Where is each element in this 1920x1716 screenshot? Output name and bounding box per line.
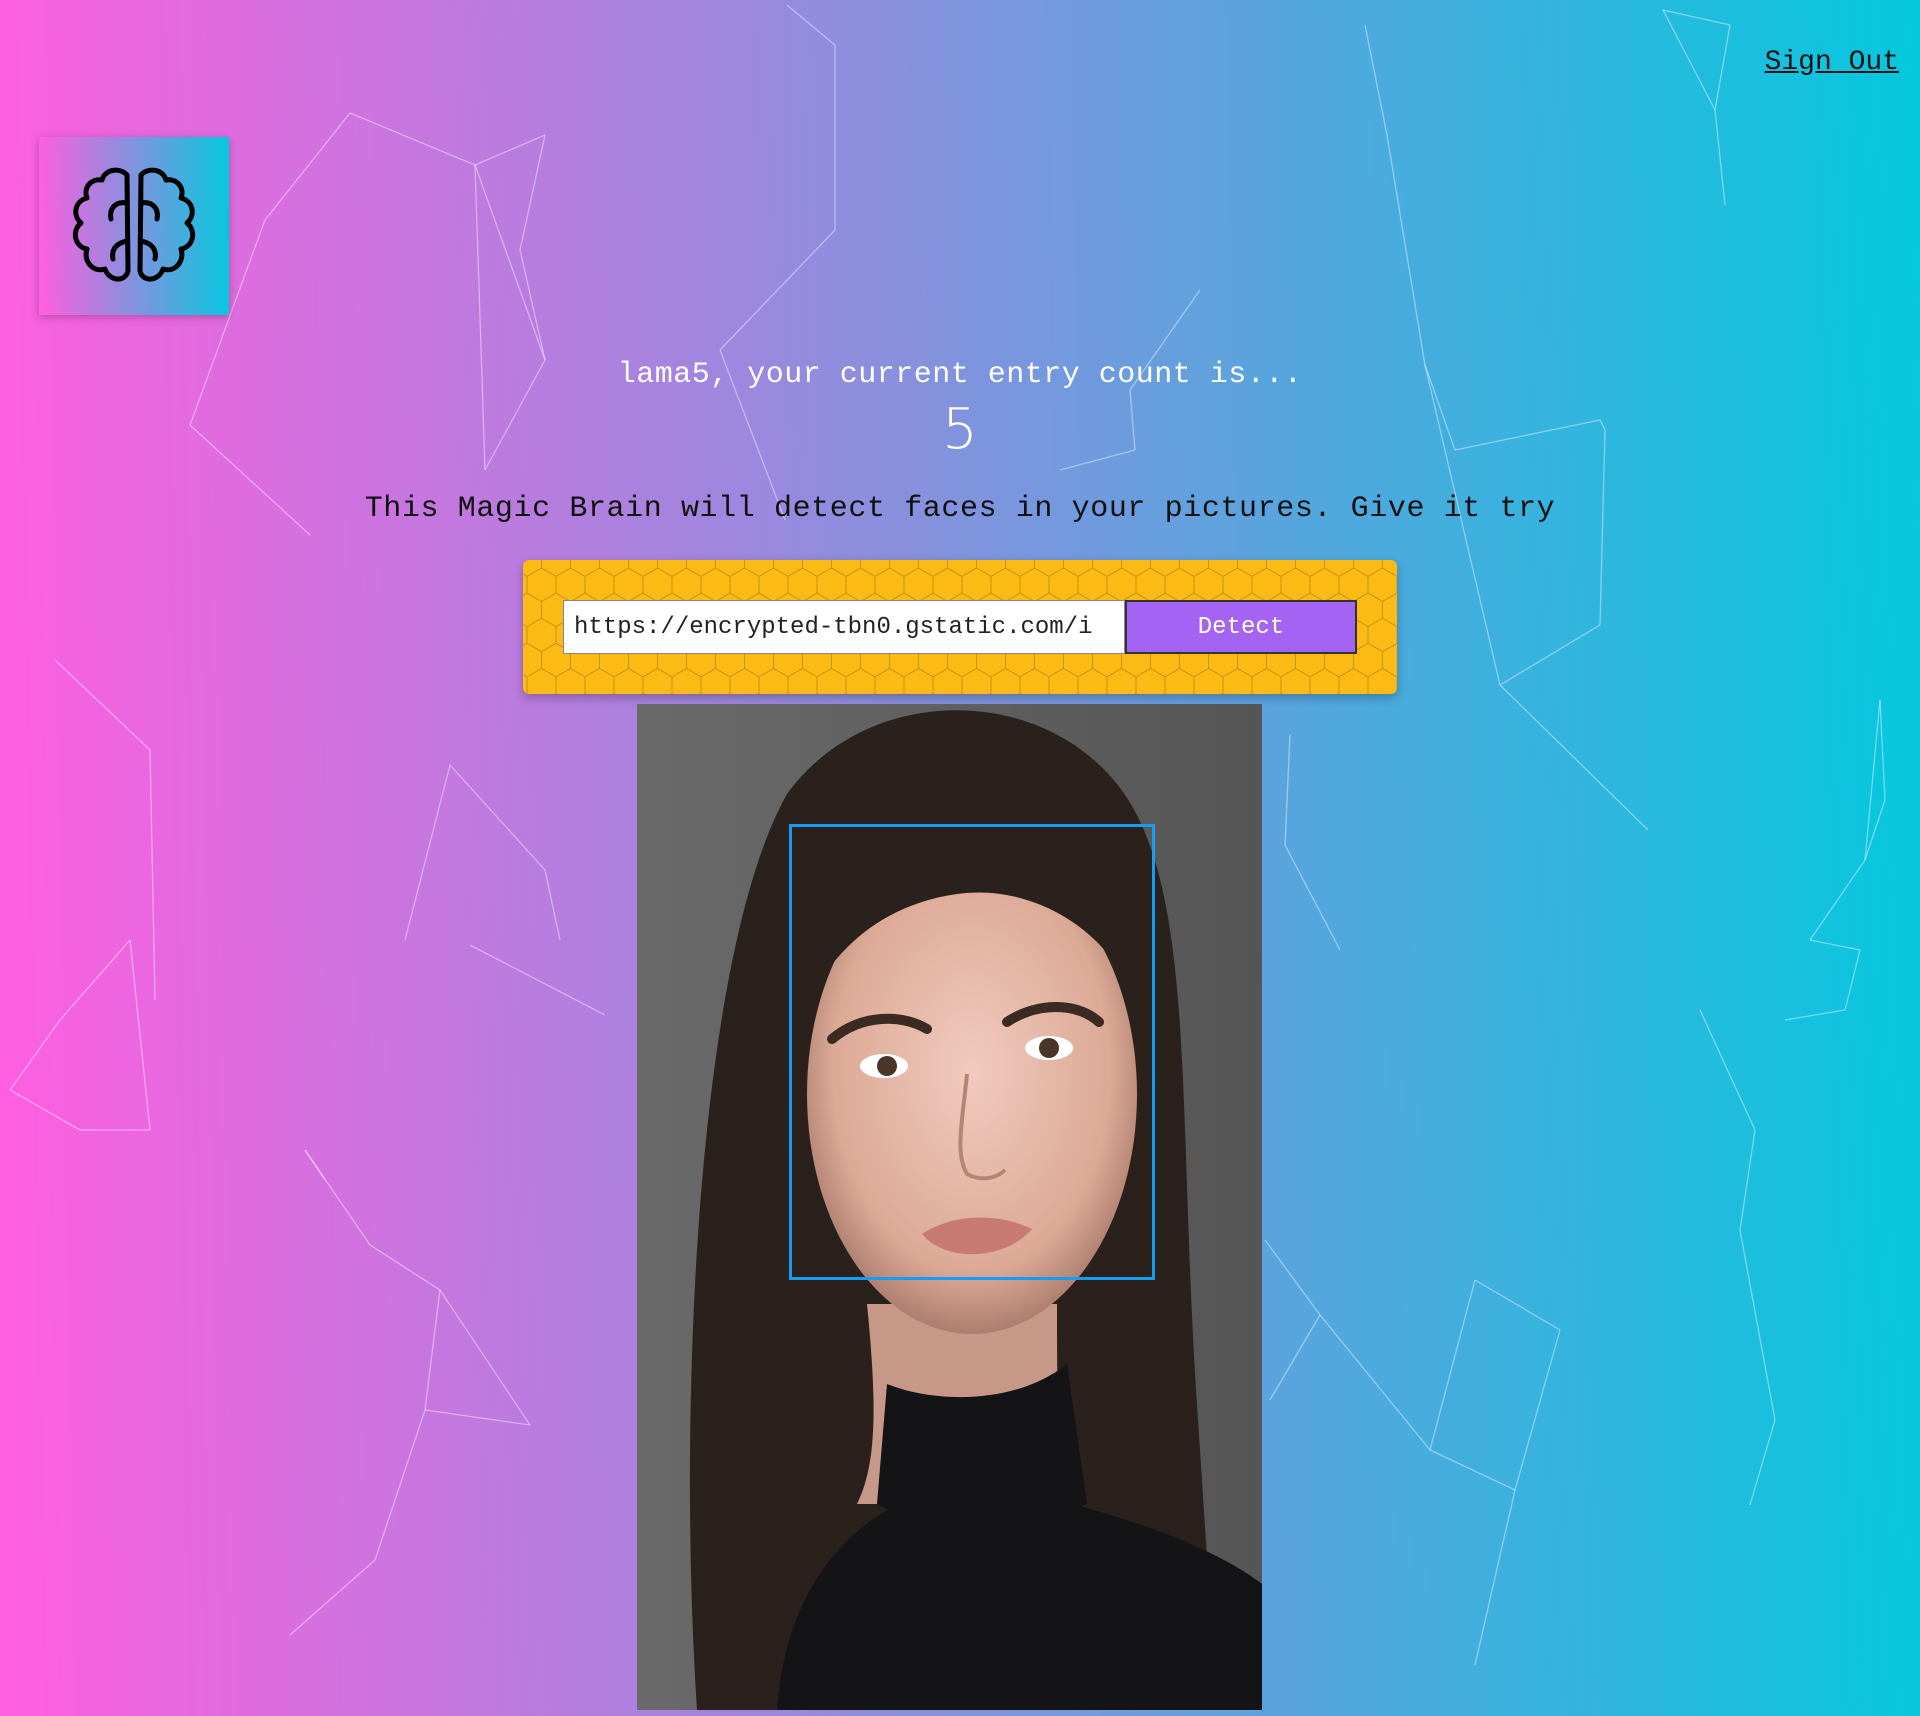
particle-link	[264, 112, 351, 221]
image-link-form: Detect	[523, 560, 1397, 694]
sign-out-link[interactable]: Sign Out	[1765, 47, 1899, 78]
particle-link	[1699, 1009, 1756, 1131]
particle-link	[1714, 24, 1731, 111]
particle-link	[9, 1089, 81, 1131]
input-image	[637, 704, 1262, 1710]
particle-link	[149, 749, 156, 1001]
particle-link	[1386, 134, 1426, 366]
particle-link	[1499, 684, 1649, 831]
particle-link	[1474, 1489, 1516, 1666]
particle-link	[1429, 1449, 1516, 1491]
particle-link	[1284, 844, 1341, 951]
particle-link	[1879, 699, 1886, 801]
particle-link	[1739, 1129, 1756, 1231]
particle-link	[1662, 9, 1731, 26]
particle-link	[1784, 1009, 1846, 1021]
particle-link	[469, 944, 606, 1016]
particle-link	[1809, 859, 1866, 941]
particle-link	[1809, 939, 1861, 951]
image-url-input[interactable]	[563, 600, 1125, 654]
entry-count-message: lama5, your current entry count is...	[617, 358, 1303, 392]
particle-link	[519, 134, 546, 251]
particle-link	[374, 1409, 426, 1561]
entry-count-value: 5	[942, 397, 978, 462]
particle-link	[1429, 1279, 1476, 1451]
particle-link	[304, 1149, 326, 1181]
particle-link	[1749, 1419, 1776, 1506]
particle-link	[54, 659, 151, 751]
particle-link	[129, 939, 151, 1131]
particle-link	[1264, 1239, 1321, 1316]
particle-link	[349, 112, 476, 166]
brain-icon	[72, 167, 196, 282]
particle-link	[1739, 1229, 1776, 1421]
particle-link	[474, 134, 546, 166]
particle-link	[1284, 734, 1291, 846]
particle-link	[544, 869, 561, 941]
particle-link	[9, 1019, 61, 1091]
particle-link	[1714, 109, 1726, 206]
particle-link	[449, 764, 546, 871]
detect-button[interactable]: Detect	[1125, 600, 1357, 654]
particle-link	[369, 1244, 441, 1291]
particle-link	[1319, 1314, 1431, 1451]
particle-link	[474, 164, 546, 361]
particle-link	[59, 939, 131, 1021]
particle-link	[1364, 24, 1388, 136]
particle-link	[1662, 9, 1716, 111]
particle-link	[439, 1289, 531, 1426]
particle-link	[719, 229, 836, 351]
logo	[39, 137, 229, 315]
particle-link	[1514, 1329, 1561, 1491]
particle-link	[1269, 1314, 1321, 1401]
particle-link	[1844, 949, 1861, 1011]
particle-link	[786, 4, 836, 46]
face-bounding-box	[789, 824, 1155, 1280]
particle-link	[404, 764, 451, 941]
particle-link	[1499, 624, 1601, 686]
particle-link	[289, 1559, 376, 1636]
tagline: This Magic Brain will detect faces in yo…	[364, 492, 1556, 526]
particle-link	[424, 1289, 441, 1411]
particle-link	[1474, 1279, 1561, 1331]
particle-link	[519, 249, 546, 361]
particle-link	[424, 1409, 531, 1426]
